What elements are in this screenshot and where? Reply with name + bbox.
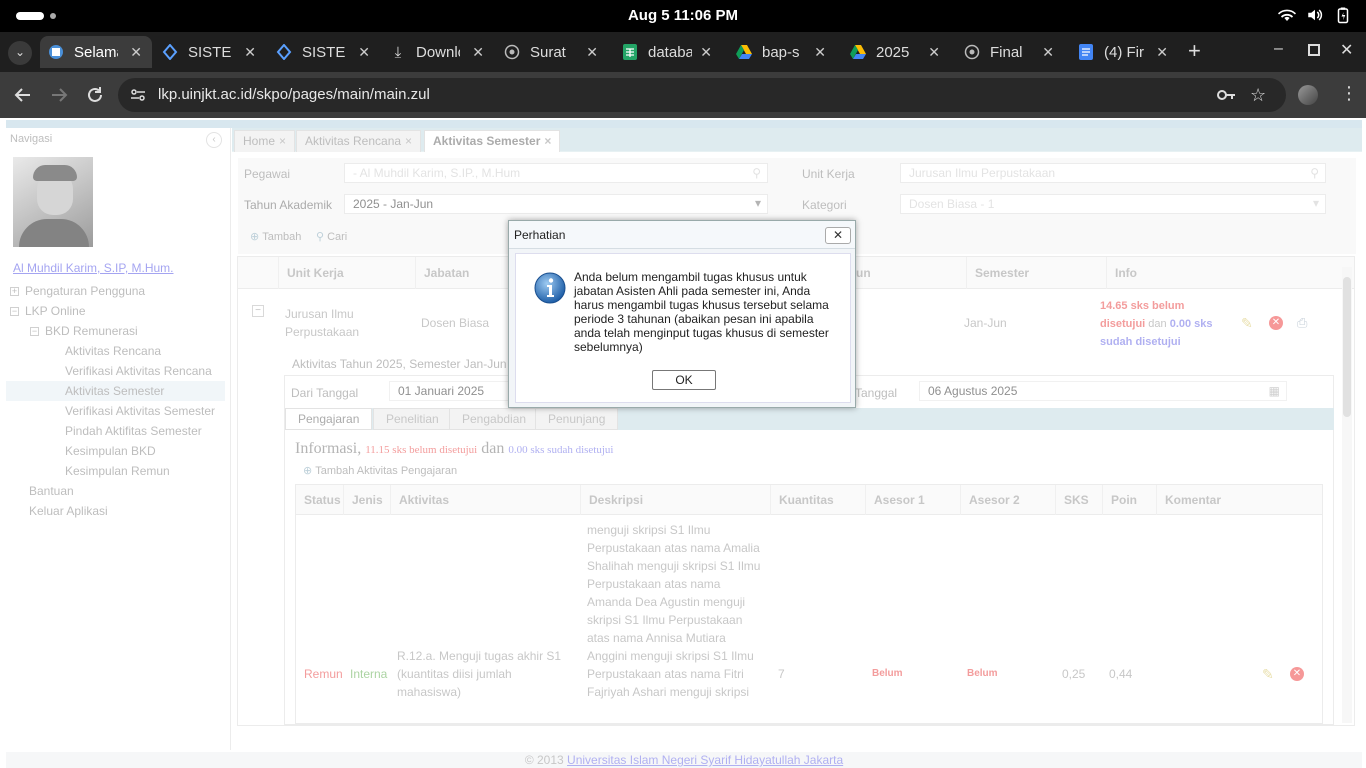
close-window-button[interactable]: ✕ [1340,40,1353,60]
site-settings-icon[interactable] [130,87,146,107]
menu-button[interactable]: ⋮ [1340,84,1358,102]
volume-icon [1308,9,1323,21]
tab-selamat[interactable]: Selamat ✕ [40,36,152,68]
close-icon[interactable]: ✕ [472,44,484,61]
uin-logo-icon [48,44,64,60]
close-icon: ✕ [832,228,844,242]
drive-icon [850,44,866,60]
new-tab-button[interactable]: + [1188,38,1210,64]
minimize-button[interactable]: ‒ [1274,40,1283,58]
browser-toolbar: lkp.uinjkt.ac.id/skpo/pages/main/main.zu… [0,72,1366,118]
tab-label: Download [416,43,460,61]
tab-search-button[interactable]: ⌄ [8,41,32,65]
info-icon [534,272,566,304]
ok-button[interactable]: OK [652,370,716,390]
profile-avatar[interactable] [1298,85,1318,105]
battery-icon [1337,7,1349,24]
sisteman-icon [162,44,178,60]
key-icon[interactable] [1216,86,1236,108]
tab-label: bap-s [762,43,800,61]
tab-sisteman-2[interactable]: SISTEM ✕ [268,36,380,68]
close-icon[interactable]: ✕ [358,44,370,61]
tab-label: (4) Fir [1104,43,1144,61]
star-icon[interactable]: ☆ [1250,85,1266,106]
back-button[interactable] [14,86,32,104]
tab-surat[interactable]: Surat ✕ [496,36,608,68]
web-page: Navigasi ‹ Al Muhdil Karim, S.IP, M.Hum.… [0,118,1366,768]
close-icon[interactable]: ✕ [244,44,256,61]
tab-docs[interactable]: (4) Fir ✕ [1066,36,1178,68]
tab-final[interactable]: Final ✕ [952,36,1064,68]
system-status-bar: Aug 5 11:06 PM [0,0,1366,32]
tab-label: Surat [530,43,566,61]
close-icon[interactable]: ✕ [814,44,826,61]
chevron-down-icon: ⌄ [14,45,26,59]
sisteman-icon [276,44,292,60]
globe-icon [964,44,980,60]
close-icon[interactable]: ✕ [1042,44,1054,61]
modal-overlay [0,118,1366,768]
sheets-icon [622,44,638,60]
tab-label: 2025 [876,43,910,61]
arrow-right-icon [52,88,68,102]
tab-2025[interactable]: 2025 ✕ [838,36,950,68]
docs-icon [1078,44,1094,60]
dialog-body: Anda belum mengambil tugas khusus untuk … [515,253,851,403]
clock: Aug 5 11:06 PM [627,7,739,24]
reload-icon [88,87,102,102]
dialog-close-button[interactable]: ✕ [825,227,851,244]
globe-icon [504,44,520,60]
close-icon[interactable]: ✕ [130,44,142,61]
reload-button[interactable] [86,86,104,104]
tab-label: Final [990,43,1023,61]
close-icon[interactable]: ✕ [586,44,598,61]
tab-sisteman-1[interactable]: SISTEM ✕ [154,36,266,68]
forward-button[interactable] [50,86,68,104]
drive-icon [736,44,752,60]
close-icon[interactable]: ✕ [700,44,712,61]
dialog-message: Anda belum mengambil tugas khusus untuk … [574,270,829,354]
perhatian-dialog: Perhatian ✕ Anda belum mengambil tugas k… [508,220,856,408]
maximize-button[interactable] [1308,44,1320,56]
wifi-icon [1278,9,1296,21]
download-icon: ⤓ [394,43,402,61]
tab-label: database [648,43,692,61]
close-icon[interactable]: ✕ [1156,44,1168,61]
tab-bap[interactable]: bap-s ✕ [724,36,836,68]
tab-label: SISTEM [302,43,346,61]
tab-label: SISTEM [188,43,232,61]
dialog-title: Perhatian [509,221,855,249]
tab-label: Selamat [74,43,118,61]
address-bar[interactable]: lkp.uinjkt.ac.id/skpo/pages/main/main.zu… [118,78,1286,112]
url-text: lkp.uinjkt.ac.id/skpo/pages/main/main.zu… [158,86,430,103]
more-vertical-icon: ⋮ [1340,83,1358,103]
browser-tab-strip: ⌄ Selamat ✕ SISTEM ✕ SISTEM ✕ ⤓ Download… [0,32,1366,72]
close-icon[interactable]: ✕ [928,44,940,61]
tab-database[interactable]: database ✕ [610,36,722,68]
arrow-left-icon [14,88,30,102]
tab-download[interactable]: ⤓ Download ✕ [382,36,494,68]
